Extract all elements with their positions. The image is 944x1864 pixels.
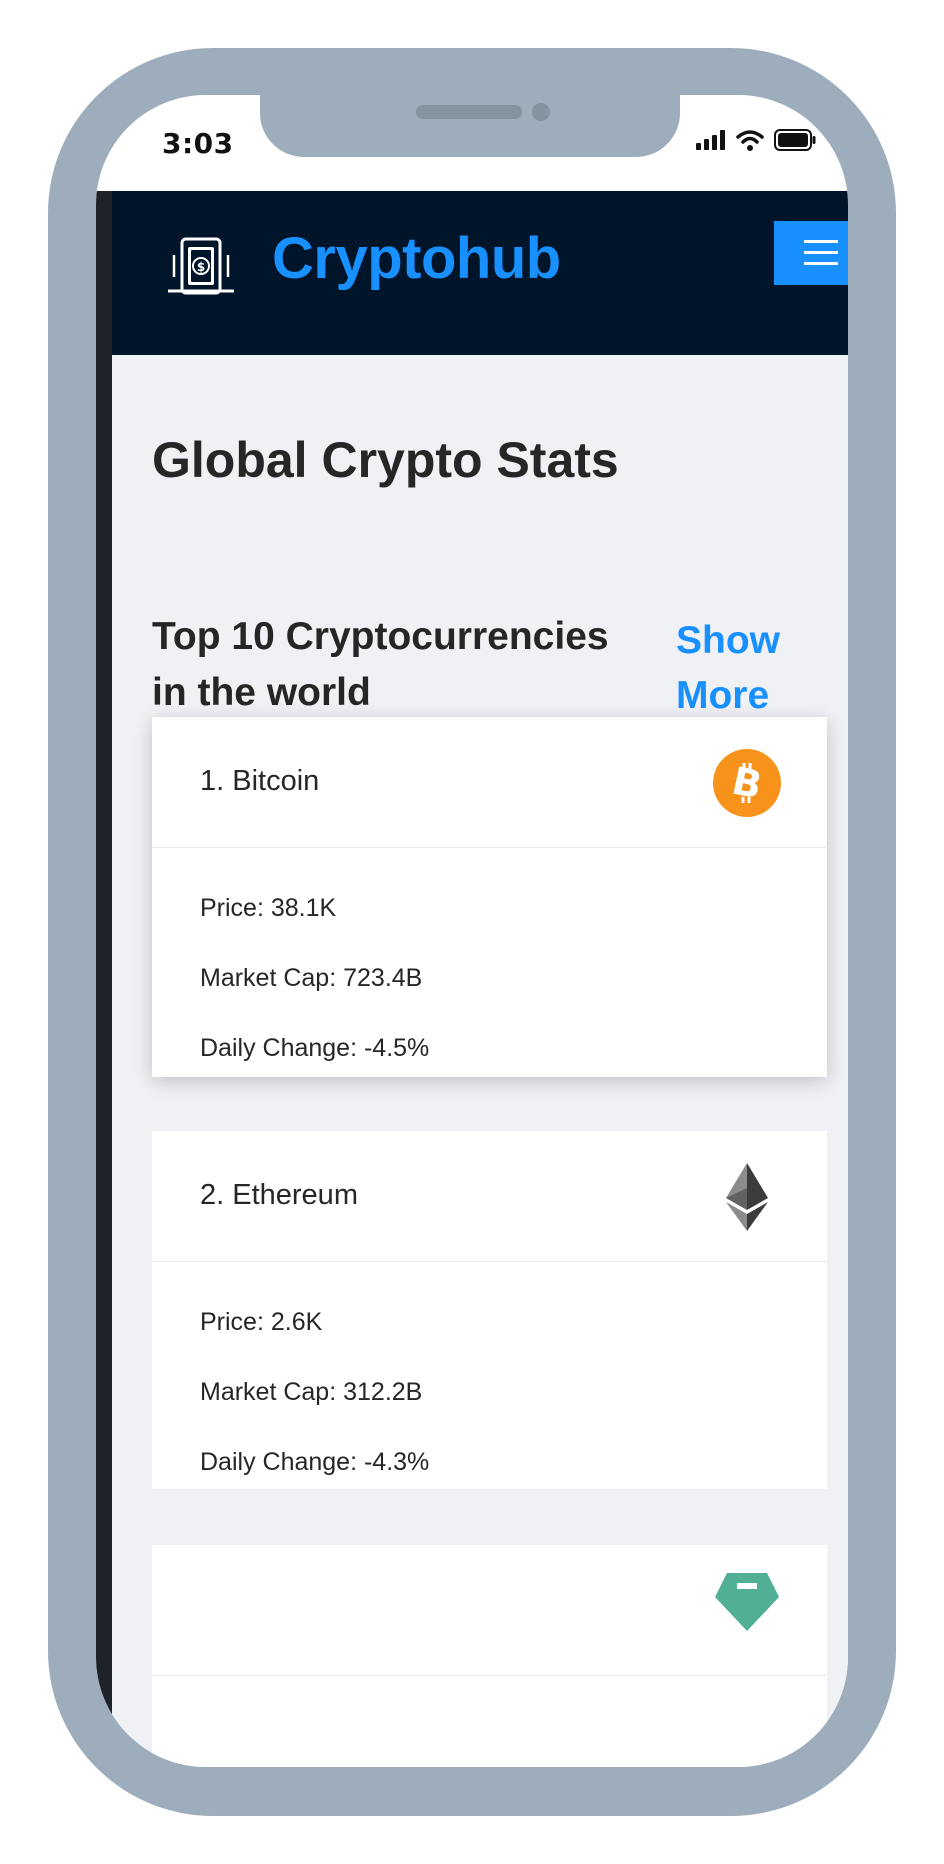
menu-button[interactable]: [774, 221, 848, 285]
price-text: Price: 2.6K: [200, 1308, 323, 1336]
card-header: 2. Ethereum: [152, 1131, 827, 1262]
navbar: $ Cryptohub: [112, 191, 848, 355]
hamburger-icon: [804, 262, 838, 265]
crypto-card-bitcoin[interactable]: 1. Bitcoin B Price: 38.1K Market Cap: 72…: [152, 717, 827, 1077]
crypto-card-tether[interactable]: [152, 1545, 827, 1767]
card-body: Price: 38.1K Market Cap: 723.4B Daily Ch…: [152, 848, 827, 1062]
daily-change-text: Daily Change: -4.3%: [200, 1448, 430, 1476]
sidebar-edge: [96, 191, 112, 1767]
status-icons: [696, 129, 816, 151]
card-title: 2. Ethereum: [200, 1179, 358, 1211]
svg-text:$: $: [197, 260, 205, 274]
signal-icon: [696, 130, 725, 150]
card-title: 1. Bitcoin: [200, 765, 320, 797]
section-title: Top 10 Cryptocurrencies in the world: [152, 615, 609, 714]
hamburger-icon: [804, 251, 838, 254]
card-header: 1. Bitcoin B: [152, 717, 827, 848]
camera: [532, 103, 550, 121]
speaker: [416, 105, 522, 119]
battery-icon: [774, 129, 816, 151]
app-content[interactable]: $ Cryptohub Global Crypto Stats Top 10 C…: [96, 191, 848, 1767]
status-bar: 3:03: [96, 95, 848, 191]
wifi-icon: [736, 130, 764, 151]
price-text: Price: 38.1K: [200, 894, 337, 922]
brand-name[interactable]: Cryptohub: [272, 225, 561, 292]
bitcoin-icon: B: [713, 749, 781, 817]
market-cap-text: Market Cap: 312.2B: [200, 1378, 423, 1406]
status-time: 3:03: [162, 127, 234, 160]
daily-change-text: Daily Change: -4.5%: [200, 1034, 430, 1062]
notch: [260, 95, 680, 157]
ethereum-icon: [726, 1163, 768, 1231]
page-title: Global Crypto Stats: [152, 432, 619, 488]
card-header: [152, 1545, 827, 1676]
cryptocurrency-logo-icon: $: [168, 237, 234, 295]
card-body: Price: 2.6K Market Cap: 312.2B Daily Cha…: [152, 1262, 827, 1476]
phone-screen: 3:03 $ Cryptohub Global Crypto Stats Top…: [96, 95, 848, 1767]
market-cap-text: Market Cap: 723.4B: [200, 964, 423, 992]
tether-icon: [715, 1573, 779, 1631]
hamburger-icon: [804, 240, 838, 243]
crypto-card-ethereum[interactable]: 2. Ethereum Price: 2.6K Market Cap: 312.…: [152, 1131, 827, 1489]
show-more-link[interactable]: Show More: [676, 613, 806, 723]
